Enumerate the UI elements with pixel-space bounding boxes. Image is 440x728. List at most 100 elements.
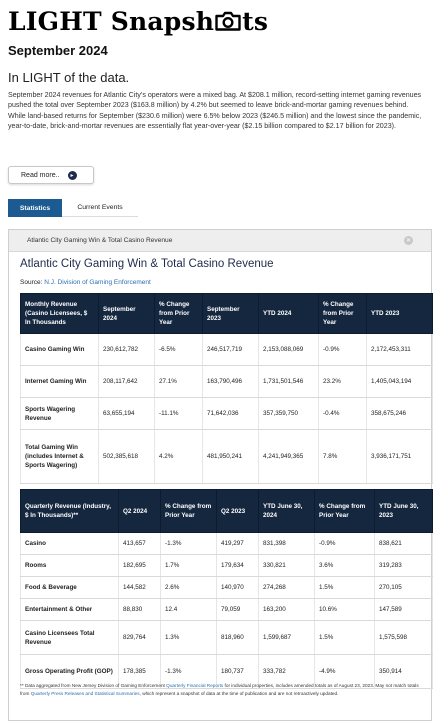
page-title: September 2024 <box>8 43 108 58</box>
table-cell: 2.6% <box>160 576 217 599</box>
tab-current-events[interactable]: Current Events <box>62 199 138 217</box>
footnote-text: ** Data aggregated from New Jersey Divis… <box>20 683 167 688</box>
source-label: Source: <box>20 279 43 286</box>
table-cell: 481,950,241 <box>202 429 259 484</box>
table-cell: 2,153,088,069 <box>258 333 319 366</box>
read-more-label: Read more.. <box>21 171 60 179</box>
table-cell: 838,621 <box>374 532 433 555</box>
logo-text-right: ts <box>242 6 269 36</box>
table-cell: 1,731,501,546 <box>258 365 319 398</box>
column-header: % Change from Prior Year <box>160 489 217 533</box>
column-header: September 2023 <box>202 293 259 334</box>
close-icon[interactable]: ✕ <box>404 236 413 245</box>
column-header: YTD 2023 <box>366 293 433 334</box>
table-cell: -11.1% <box>154 397 203 430</box>
table-row: Casino 413,657 -1.3% 419,297 831,398 -0.… <box>20 532 433 555</box>
panel-title: Atlantic City Gaming Win & Total Casino … <box>20 258 274 270</box>
table-cell: 330,821 <box>258 554 315 577</box>
intro-paragraph-2: While land-based returns for September (… <box>8 111 422 130</box>
column-header: % Change from Prior Year <box>318 293 367 334</box>
table-row: Total Gaming Win (includes Internet & Sp… <box>20 429 433 484</box>
table-header-row: Monthly Revenue (Casino Licensees, $ In … <box>20 293 433 334</box>
column-header: Q2 2023 <box>216 489 259 533</box>
column-header: YTD 2024 <box>258 293 319 334</box>
table-cell: 270,105 <box>374 576 433 599</box>
table-cell: 163,200 <box>258 598 315 621</box>
table-row: Casino Gaming Win 230,612,782 -6.5% 246,… <box>20 333 433 366</box>
column-header: Q2 2024 <box>118 489 161 533</box>
table-cell: 163,790,496 <box>202 365 259 398</box>
table-cell: 1,575,598 <box>374 620 433 655</box>
row-label: Food & Beverage <box>20 576 119 599</box>
column-header: Monthly Revenue (Casino Licensees, $ In … <box>20 293 99 334</box>
table-cell: 230,612,782 <box>98 333 155 366</box>
table-cell: 1,599,687 <box>258 620 315 655</box>
table-cell: 502,385,618 <box>98 429 155 484</box>
panel-header[interactable]: Atlantic City Gaming Win & Total Casino … <box>9 230 431 252</box>
table-cell: 12.4 <box>160 598 217 621</box>
intro-paragraph-1: September 2024 revenues for Atlantic Cit… <box>8 91 422 110</box>
row-label: Rooms <box>20 554 119 577</box>
table-cell: 10.6% <box>314 598 375 621</box>
row-label: Total Gaming Win (includes Internet & Sp… <box>20 429 99 484</box>
table-cell: 831,398 <box>258 532 315 555</box>
table-cell: 319,283 <box>374 554 433 577</box>
chevron-right-icon: ▸ <box>67 170 77 180</box>
read-more-button[interactable]: Read more.. ▸ <box>8 166 94 184</box>
row-label: Casino Licensees Total Revenue <box>20 620 119 655</box>
table-cell: 4.2% <box>154 429 203 484</box>
column-header: YTD June 30, 2023 <box>374 489 433 533</box>
row-label: Casino Gaming Win <box>20 333 99 366</box>
table-cell: 419,297 <box>216 532 259 555</box>
table-cell: 246,517,719 <box>202 333 259 366</box>
table-row: Rooms 182,695 1.7% 179,634 330,821 3.6% … <box>20 554 433 577</box>
table-cell: 7.8% <box>318 429 367 484</box>
table-cell: 27.1% <box>154 365 203 398</box>
table-cell: 1.5% <box>314 576 375 599</box>
monthly-revenue-table: Monthly Revenue (Casino Licensees, $ In … <box>20 293 433 484</box>
table-cell: 818,960 <box>216 620 259 655</box>
table-cell: -6.5% <box>154 333 203 366</box>
logo-text-left: LIGHT Snapsh <box>8 6 215 36</box>
column-header: % Change from Prior Year <box>154 293 203 334</box>
row-label: Internet Gaming Win <box>20 365 99 398</box>
table-cell: 140,970 <box>216 576 259 599</box>
table-row: Casino Licensees Total Revenue 829,764 1… <box>20 620 433 655</box>
column-header: % Change from Prior Year <box>314 489 375 533</box>
column-header: September 2024 <box>98 293 155 334</box>
table-cell: -0.9% <box>318 333 367 366</box>
table-cell: 829,764 <box>118 620 161 655</box>
quarterly-reports-link[interactable]: Quarterly Financial Reports <box>166 683 223 688</box>
column-header: Quarterly Revenue (Industry, $ In Thousa… <box>20 489 119 533</box>
site-logo[interactable]: LIGHT Snapsh ts <box>8 4 432 38</box>
row-label: Sports Wagering Revenue <box>20 397 99 430</box>
table-cell: -0.9% <box>314 532 375 555</box>
press-releases-link[interactable]: Quarterly Press Releases and Statistical… <box>31 691 140 696</box>
table-cell: 3,936,171,751 <box>366 429 433 484</box>
table-cell: 1,405,043,194 <box>366 365 433 398</box>
table-row: Sports Wagering Revenue 63,655,194 -11.1… <box>20 397 433 430</box>
table-cell: -0.4% <box>318 397 367 430</box>
table-cell: 144,582 <box>118 576 161 599</box>
quarterly-revenue-table: Quarterly Revenue (Industry, $ In Thousa… <box>20 489 433 689</box>
source-link[interactable]: N.J. Division of Gaming Enforcement <box>44 279 151 286</box>
table-cell: 274,268 <box>258 576 315 599</box>
table-cell: 2,172,453,311 <box>366 333 433 366</box>
table-cell: 1.7% <box>160 554 217 577</box>
subheading: In LIGHT of the data. <box>8 70 130 85</box>
table-cell: 23.2% <box>318 365 367 398</box>
tab-bar: Statistics Current Events <box>8 199 138 217</box>
row-label: Entertainment & Other <box>20 598 119 621</box>
table-cell: 147,589 <box>374 598 433 621</box>
table-cell: -1.3% <box>160 532 217 555</box>
table-footnote: ** Data aggregated from New Jersey Divis… <box>20 682 424 697</box>
table-row: Food & Beverage 144,582 2.6% 140,970 274… <box>20 576 433 599</box>
tab-statistics[interactable]: Statistics <box>8 199 62 217</box>
table-cell: 71,642,036 <box>202 397 259 430</box>
table-header-row: Quarterly Revenue (Industry, $ In Thousa… <box>20 489 433 533</box>
table-cell: 4,241,949,365 <box>258 429 319 484</box>
panel-header-label: Atlantic City Gaming Win & Total Casino … <box>27 237 173 244</box>
header: LIGHT Snapsh ts September 2024 In LIGHT … <box>8 4 432 131</box>
table-cell: 358,675,246 <box>366 397 433 430</box>
row-label: Casino <box>20 532 119 555</box>
